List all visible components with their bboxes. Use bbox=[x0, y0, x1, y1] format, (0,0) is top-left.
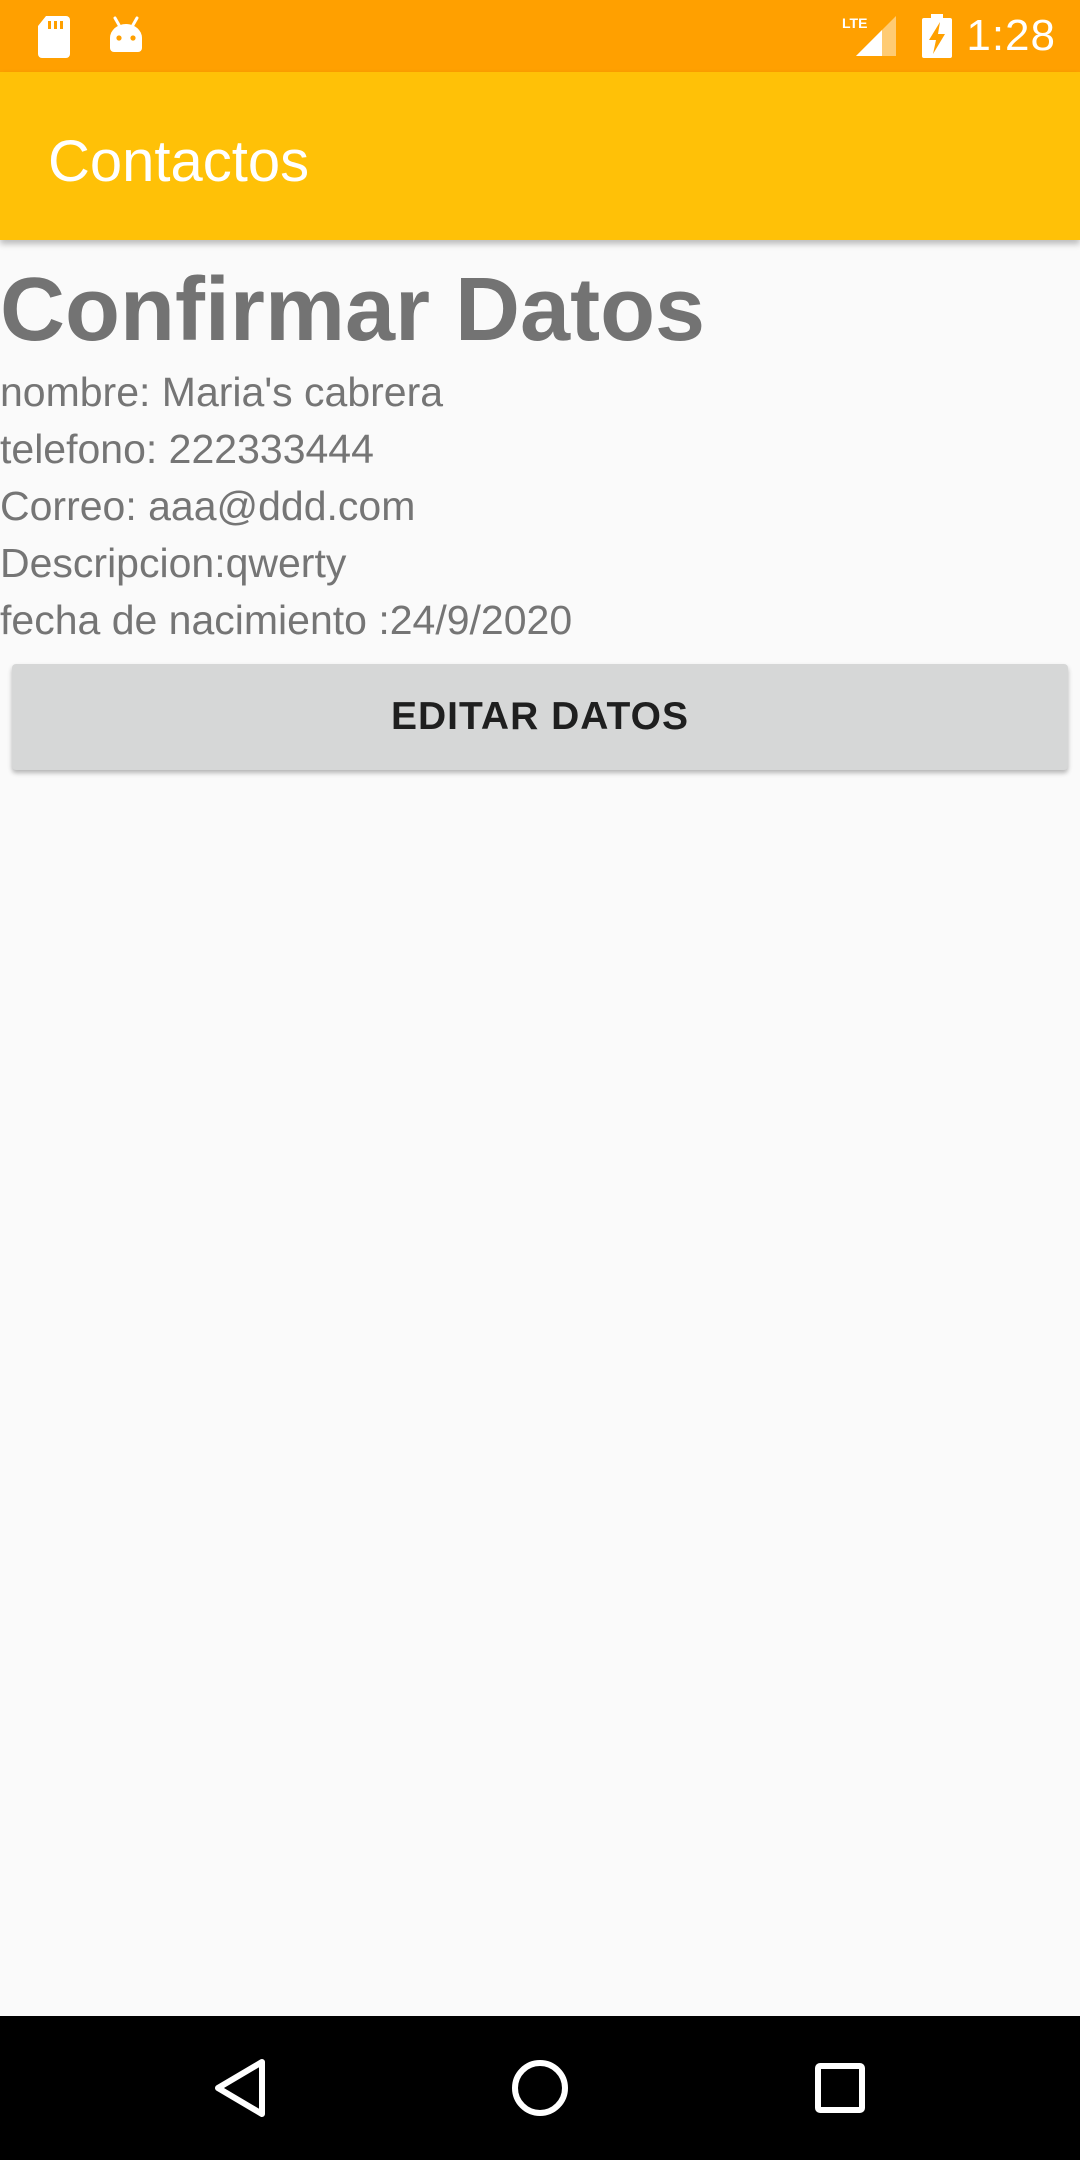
edit-data-button[interactable]: EDITAR DATOS bbox=[12, 664, 1068, 770]
status-time: 1:28 bbox=[966, 11, 1056, 60]
battery-charging-icon bbox=[922, 14, 952, 58]
status-bar: LTE 1:28 bbox=[0, 0, 1080, 72]
email-text: Correo: aaa@ddd.com bbox=[0, 483, 416, 529]
birthdate-text: fecha de nacimiento :24/9/2020 bbox=[0, 597, 573, 643]
phone-text: telefono: 222333444 bbox=[0, 426, 374, 472]
page-heading: Confirmar Datos bbox=[0, 260, 706, 360]
back-icon[interactable] bbox=[204, 2052, 276, 2124]
app-title: Contactos bbox=[48, 129, 310, 194]
name-text: nombre: Maria's cabrera bbox=[0, 369, 444, 415]
lte-signal-icon: LTE bbox=[842, 15, 896, 56]
app-bar: Contactos bbox=[0, 72, 1080, 240]
lte-label: LTE bbox=[842, 15, 867, 31]
android-icon bbox=[110, 16, 142, 52]
home-icon[interactable] bbox=[504, 2052, 576, 2124]
navigation-bar bbox=[0, 2016, 1080, 2160]
screen: LTE 1:28 Contactos Confirmar Datos nombr… bbox=[0, 0, 1080, 2160]
recents-icon[interactable] bbox=[804, 2052, 876, 2124]
description-text: Descripcion:qwerty bbox=[0, 540, 347, 586]
sd-card-icon bbox=[38, 16, 70, 58]
